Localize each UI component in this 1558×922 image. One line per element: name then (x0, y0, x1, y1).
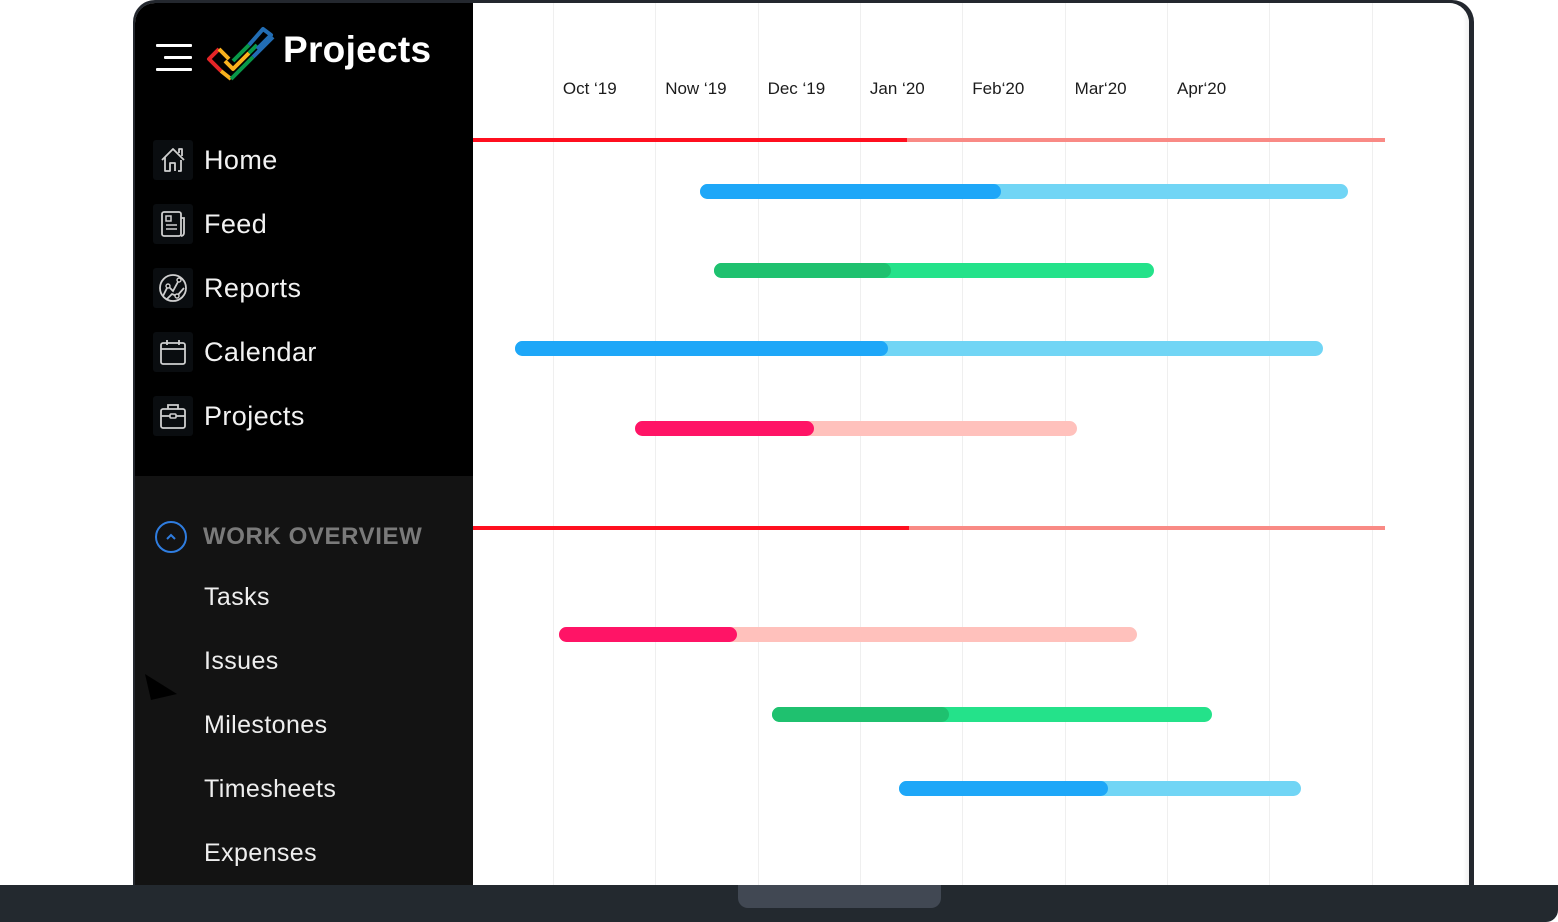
task-bar-green[interactable] (713, 263, 1154, 278)
milestone-line[interactable] (473, 138, 1386, 142)
gantt-chart: Oct ‘19 Now ‘19 Dec ‘19 Jan ‘20 Feb‘20 Mar‘20… (473, 3, 1469, 887)
home-icon (153, 140, 193, 180)
briefcase-icon (153, 396, 193, 436)
month-tick-label: Now ‘19 (663, 79, 729, 99)
task-bar-pink[interactable] (634, 421, 1077, 436)
grid-line (1269, 3, 1271, 887)
section-label: WORK OVERVIEW (203, 523, 423, 550)
task-bar-pink[interactable] (558, 627, 1138, 642)
task-bar-progress (771, 707, 949, 722)
month-tick-label: Feb‘20 (970, 79, 1027, 99)
app-title: Projects (283, 29, 432, 70)
sidebar-item-calendar[interactable]: Calendar (153, 328, 453, 376)
task-bar-progress (713, 263, 891, 278)
sidebar-item-feed[interactable]: Feed (153, 200, 453, 248)
grid-line (1371, 3, 1373, 887)
sidebar-item-projects[interactable]: Projects (153, 392, 453, 440)
work-overview-toggle[interactable]: WORK OVERVIEW (155, 521, 422, 553)
task-bar-progress (898, 781, 1108, 796)
chevron-up-circle-icon[interactable] (155, 521, 187, 553)
sidebar-subitem-expenses[interactable]: Expenses (204, 839, 317, 868)
month-tick-label: Mar‘20 (1072, 79, 1129, 99)
task-bar-progress (514, 341, 888, 356)
task-bar-blue[interactable] (514, 341, 1323, 356)
app-logo-icon (207, 27, 275, 81)
task-bar-blue[interactable] (898, 781, 1302, 796)
sidebar: Projects Home Feed Reports Calendar Proj… (135, 3, 473, 887)
task-bar-progress (558, 627, 738, 642)
month-tick-label: Dec ‘19 (765, 79, 828, 99)
sidebar-item-label: Home (204, 144, 278, 175)
sidebar-item-label: Projects (204, 400, 305, 431)
grid-line (757, 3, 759, 887)
mouse-cursor-icon (145, 674, 177, 700)
sidebar-subitem-issues[interactable]: Issues (204, 647, 279, 676)
month-tick-label: Jan ‘20 (867, 79, 927, 99)
sidebar-item-label: Reports (204, 272, 302, 303)
grid-line (1167, 3, 1169, 887)
grid-line (552, 3, 554, 887)
feed-icon (153, 204, 193, 244)
grid-line (655, 3, 657, 887)
sidebar-subitem-timesheets[interactable]: Timesheets (204, 775, 336, 804)
screen-edge (1463, 3, 1469, 887)
sidebar-subitem-milestones[interactable]: Milestones (204, 711, 328, 740)
month-tick-label: Apr‘20 (1175, 79, 1229, 99)
milestone-line[interactable] (473, 526, 1386, 530)
laptop-notch (738, 885, 941, 908)
task-bar-blue[interactable] (700, 184, 1349, 199)
sidebar-subitem-tasks[interactable]: Tasks (204, 583, 270, 612)
task-bar-green[interactable] (771, 707, 1213, 722)
sidebar-item-home[interactable]: Home (153, 136, 453, 184)
app-window: Projects Home Feed Reports Calendar Proj… (135, 3, 1469, 887)
task-bar-progress (700, 184, 1002, 199)
calendar-icon (153, 332, 193, 372)
grid-line (859, 3, 861, 887)
hamburger-menu-icon[interactable] (156, 44, 192, 72)
milestone-progress (473, 138, 908, 142)
grid-line (962, 3, 964, 887)
month-tick-label: Oct ‘19 (560, 79, 619, 99)
reports-icon (153, 268, 193, 308)
milestone-progress (473, 526, 910, 530)
sidebar-item-reports[interactable]: Reports (153, 264, 453, 312)
task-bar-progress (634, 421, 814, 436)
sidebar-item-label: Feed (204, 208, 268, 239)
grid-line (1064, 3, 1066, 887)
sidebar-item-label: Calendar (204, 336, 317, 367)
